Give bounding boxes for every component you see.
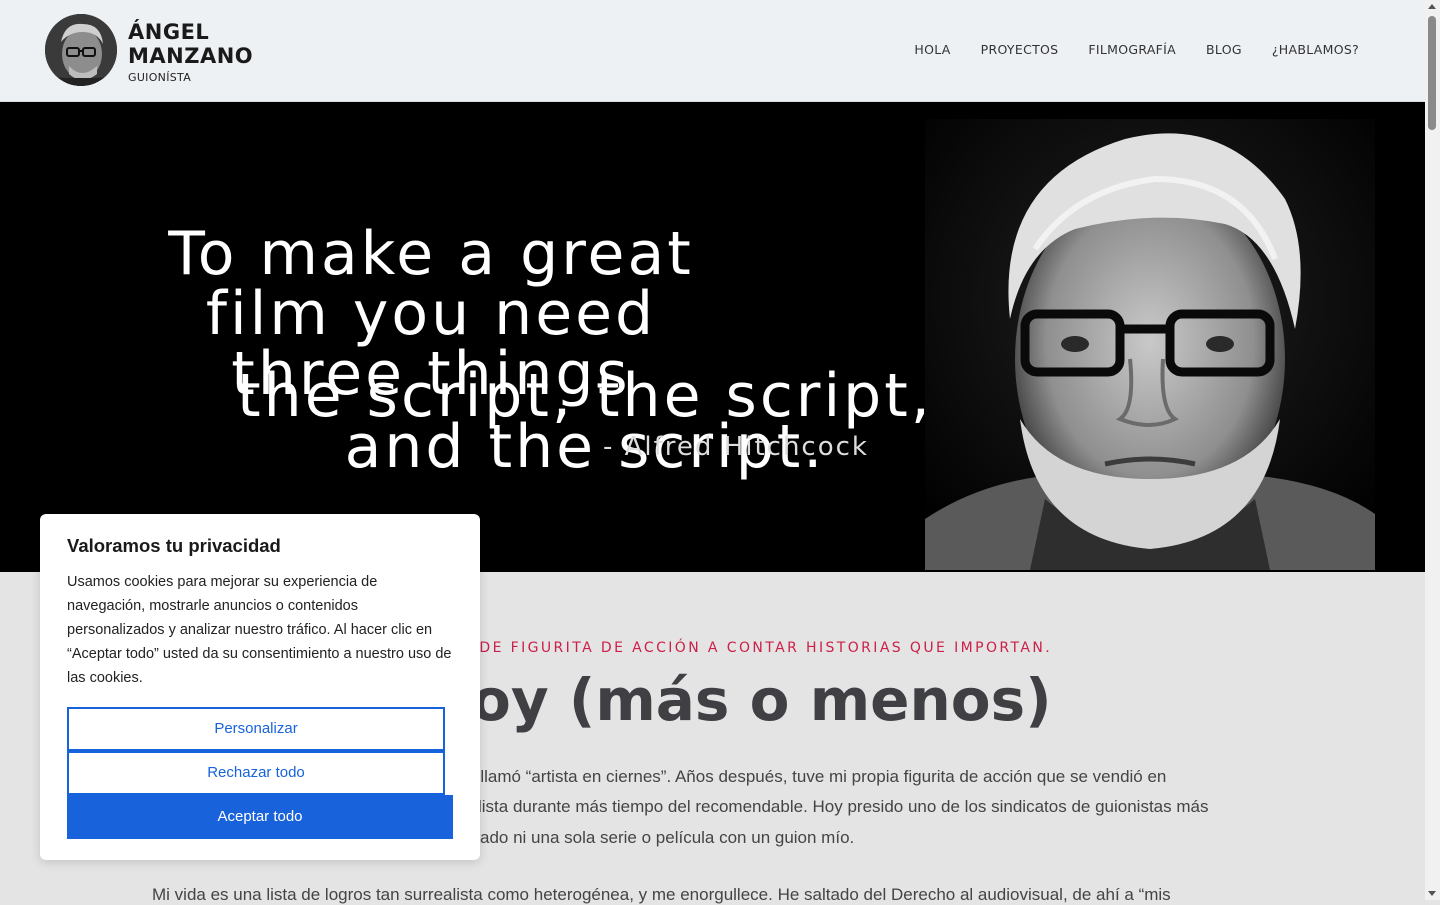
scroll-up-icon[interactable] xyxy=(1428,4,1436,9)
nav-item-filmografia[interactable]: FILMOGRAFÍA xyxy=(1088,42,1176,57)
quote-line-1: To make a great xyxy=(168,219,694,289)
cookie-title: Valoramos tu privacidad xyxy=(67,535,281,556)
customize-button[interactable]: Personalizar xyxy=(67,707,445,751)
cookie-text: Usamos cookies para mejorar su experienc… xyxy=(67,574,452,686)
quote-line-2: film you need xyxy=(205,279,657,349)
hero-section: To make a great film you need three thin… xyxy=(0,102,1425,572)
reject-all-button[interactable]: Rechazar todo xyxy=(67,751,445,795)
quote-attribution: - Alfred Hitchcock xyxy=(603,432,869,462)
quote-line-5: and the script. xyxy=(344,412,826,482)
avatar-photo-icon xyxy=(45,14,117,86)
brand-name-last: MANZANO xyxy=(128,44,254,68)
scroll-down-icon[interactable] xyxy=(1428,891,1436,896)
brand-name[interactable]: ÁNGEL MANZANO xyxy=(128,20,253,68)
brand-subtitle: GUIONÍSTA xyxy=(128,71,192,84)
accept-all-button[interactable]: Aceptar todo xyxy=(67,795,453,839)
scrollbar-thumb[interactable] xyxy=(1428,16,1436,130)
cookie-consent-dialog: Valoramos tu privacidad Usamos cookies p… xyxy=(40,514,480,860)
nav-item-hablamos[interactable]: ¿HABLAMOS? xyxy=(1272,42,1359,57)
about-paragraph-line-1: me llamó “artista en ciernes”. Años desp… xyxy=(452,767,1167,786)
nav-item-blog[interactable]: BLOG xyxy=(1206,42,1242,57)
main-nav: HOLA PROYECTOS FILMOGRAFÍA BLOG ¿HABLAMO… xyxy=(914,42,1359,57)
nav-item-hola[interactable]: HOLA xyxy=(914,42,950,57)
portrait-photo xyxy=(925,119,1375,570)
about-paragraph-2: Mi vida es una lista de logros tan surre… xyxy=(152,885,1171,904)
page-scrollbar[interactable] xyxy=(1425,0,1440,900)
nav-item-proyectos[interactable]: PROYECTOS xyxy=(981,42,1059,57)
avatar[interactable] xyxy=(45,14,117,86)
brand-name-first: ÁNGEL xyxy=(128,20,210,44)
about-tagline: ONISTA. DE FIGURITA DE ACCIÓN A CONTAR H… xyxy=(400,640,1053,656)
about-paragraph-line-3: ado ni una sola serie o película con un … xyxy=(480,828,855,847)
about-paragraph-line-2: lista durante más tiempo del recomendabl… xyxy=(478,797,1209,816)
site-header: ÁNGEL MANZANO GUIONÍSTA HOLA PROYECTOS F… xyxy=(0,0,1425,102)
